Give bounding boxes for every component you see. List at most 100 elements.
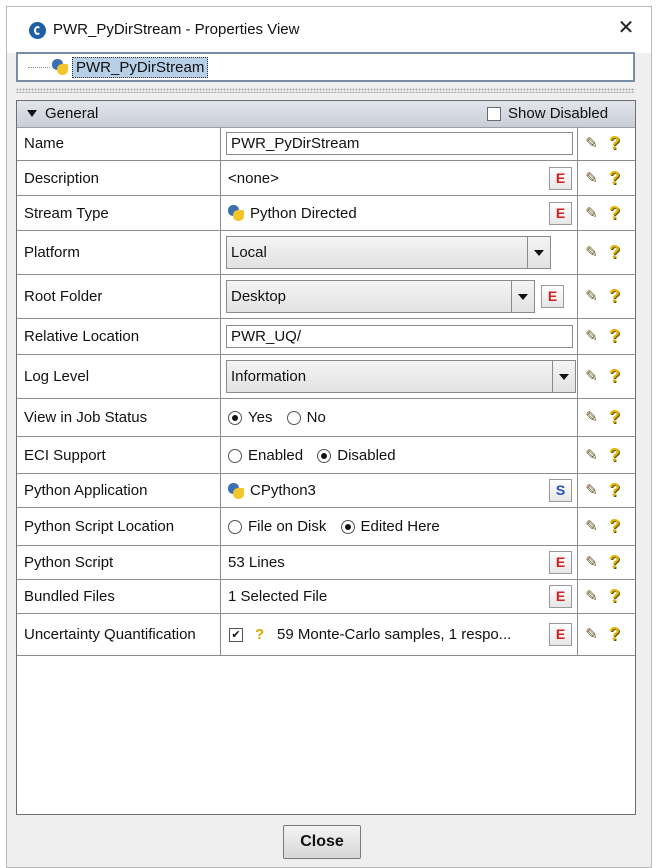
python-icon xyxy=(228,482,244,499)
close-window-button[interactable]: ✕ xyxy=(615,17,637,39)
collapse-triangle-icon[interactable] xyxy=(27,110,37,117)
help-icon[interactable]: ? xyxy=(609,625,623,643)
property-label: Root Folder xyxy=(17,275,221,318)
property-row-python-script-location: Python Script Location File on Disk Edit… xyxy=(17,508,635,546)
radio-edited-here[interactable] xyxy=(340,520,355,535)
radio-yes[interactable] xyxy=(228,411,242,426)
bundled-files-value: 1 Selected File xyxy=(228,588,328,605)
help-icon[interactable]: ? xyxy=(609,169,623,187)
edit-bundled-files-button[interactable]: E xyxy=(549,585,572,608)
row-icons: ✎ ? xyxy=(578,580,635,613)
edit-stream-type-button[interactable]: E xyxy=(549,202,572,225)
property-value-cell: Desktop E xyxy=(221,275,578,318)
name-input[interactable]: PWR_PyDirStream xyxy=(226,132,573,155)
select-python-application-button[interactable]: S xyxy=(549,479,572,502)
document-icon[interactable]: ✎ xyxy=(583,447,600,464)
property-label: Relative Location xyxy=(17,319,221,354)
radio-file-on-disk[interactable] xyxy=(228,520,242,535)
row-icons: ✎ ? xyxy=(578,161,635,195)
property-row-python-application: Python Application CPython3 S ✎ ? xyxy=(17,474,635,508)
row-icons: ✎ ? xyxy=(578,231,635,274)
help-icon[interactable]: ? xyxy=(609,134,623,152)
property-label: Python Script Location xyxy=(17,508,221,545)
property-label: Stream Type xyxy=(17,196,221,230)
chevron-down-icon[interactable] xyxy=(527,237,550,268)
help-icon[interactable]: ? xyxy=(609,517,623,535)
row-icons: ✎ ? xyxy=(578,355,635,398)
document-icon[interactable]: ✎ xyxy=(583,205,600,222)
section-header-general[interactable]: General Show Disabled xyxy=(17,101,635,128)
document-icon[interactable]: ✎ xyxy=(583,368,600,385)
splitter-handle[interactable] xyxy=(16,88,635,93)
document-icon[interactable]: ✎ xyxy=(583,409,600,426)
radio-no-label[interactable]: No xyxy=(307,409,326,426)
document-icon[interactable]: ✎ xyxy=(583,588,600,605)
edit-root-folder-button[interactable]: E xyxy=(541,285,564,308)
uq-help-icon[interactable]: ? xyxy=(255,626,264,643)
document-icon[interactable]: ✎ xyxy=(583,244,600,261)
description-value: <none> xyxy=(228,169,279,187)
radio-disabled-label[interactable]: Disabled xyxy=(337,447,395,464)
document-icon[interactable]: ✎ xyxy=(583,288,600,305)
show-disabled-label: Show Disabled xyxy=(508,105,609,122)
radio-enabled[interactable] xyxy=(228,448,242,463)
chevron-down-icon[interactable] xyxy=(511,281,534,312)
log-level-select[interactable]: Information xyxy=(226,360,576,393)
property-label: Name xyxy=(17,127,221,160)
help-icon[interactable]: ? xyxy=(609,446,623,464)
help-icon[interactable]: ? xyxy=(609,408,623,426)
edit-python-script-button[interactable]: E xyxy=(549,551,572,574)
title-bar: PWR_PyDirStream - Properties View ✕ xyxy=(7,7,651,53)
document-icon[interactable]: ✎ xyxy=(583,626,600,643)
property-value-cell: File on Disk Edited Here xyxy=(221,508,578,545)
property-label: ECI Support xyxy=(17,437,221,473)
help-icon[interactable]: ? xyxy=(609,327,623,345)
document-icon[interactable]: ✎ xyxy=(583,328,600,345)
document-icon[interactable]: ✎ xyxy=(583,170,600,187)
script-location-radio-group: File on Disk Edited Here xyxy=(228,518,450,535)
property-value-cell: 1 Selected File E xyxy=(221,580,578,613)
document-icon[interactable]: ✎ xyxy=(583,135,600,152)
chevron-down-icon[interactable] xyxy=(552,361,575,392)
property-row-bundled-files: Bundled Files 1 Selected File E ✎ ? xyxy=(17,580,635,614)
radio-no[interactable] xyxy=(286,411,301,426)
help-icon[interactable]: ? xyxy=(609,587,623,605)
help-icon[interactable]: ? xyxy=(609,287,623,305)
radio-file-on-disk-label[interactable]: File on Disk xyxy=(248,518,326,535)
tree-node-selected[interactable]: PWR_PyDirStream xyxy=(72,57,209,78)
property-label: View in Job Status xyxy=(17,399,221,436)
radio-disabled[interactable] xyxy=(317,448,332,463)
uq-checkbox[interactable]: ✔ xyxy=(229,627,243,642)
radio-edited-here-label[interactable]: Edited Here xyxy=(361,518,440,535)
property-value-cell: PWR_UQ/ xyxy=(221,319,578,354)
relative-location-input[interactable]: PWR_UQ/ xyxy=(226,325,573,348)
log-level-selected-value: Information xyxy=(231,368,307,385)
property-value-cell: <none> E xyxy=(221,161,578,195)
help-icon[interactable]: ? xyxy=(609,367,623,385)
help-icon[interactable]: ? xyxy=(609,481,623,499)
edit-description-button[interactable]: E xyxy=(549,167,572,190)
row-icons: ✎ ? xyxy=(578,127,635,160)
python-icon xyxy=(228,205,244,221)
property-value-cell: ✔ ? 59 Monte-Carlo samples, 1 respo... E xyxy=(221,614,578,655)
radio-enabled-label[interactable]: Enabled xyxy=(248,447,303,464)
platform-select[interactable]: Local xyxy=(226,236,551,269)
document-icon[interactable]: ✎ xyxy=(583,482,600,499)
radio-yes-label[interactable]: Yes xyxy=(248,409,272,426)
job-status-radio-group: Yes No xyxy=(228,409,336,426)
edit-uq-button[interactable]: E xyxy=(549,623,572,646)
help-icon[interactable]: ? xyxy=(609,243,623,261)
document-icon[interactable]: ✎ xyxy=(583,518,600,535)
help-icon[interactable]: ? xyxy=(609,204,623,222)
show-disabled-checkbox[interactable] xyxy=(487,107,501,121)
property-value-cell: Enabled Disabled xyxy=(221,437,578,473)
help-icon[interactable]: ? xyxy=(609,553,623,571)
property-value-cell: Information xyxy=(221,355,578,398)
row-icons: ✎ ? xyxy=(578,508,635,545)
document-icon[interactable]: ✎ xyxy=(583,554,600,571)
close-button[interactable]: Close xyxy=(283,825,361,859)
root-folder-select[interactable]: Desktop xyxy=(226,280,535,313)
row-icons: ✎ ? xyxy=(578,474,635,507)
property-row-root-folder: Root Folder Desktop E ✎ ? xyxy=(17,275,635,319)
row-icons: ✎ ? xyxy=(578,437,635,473)
